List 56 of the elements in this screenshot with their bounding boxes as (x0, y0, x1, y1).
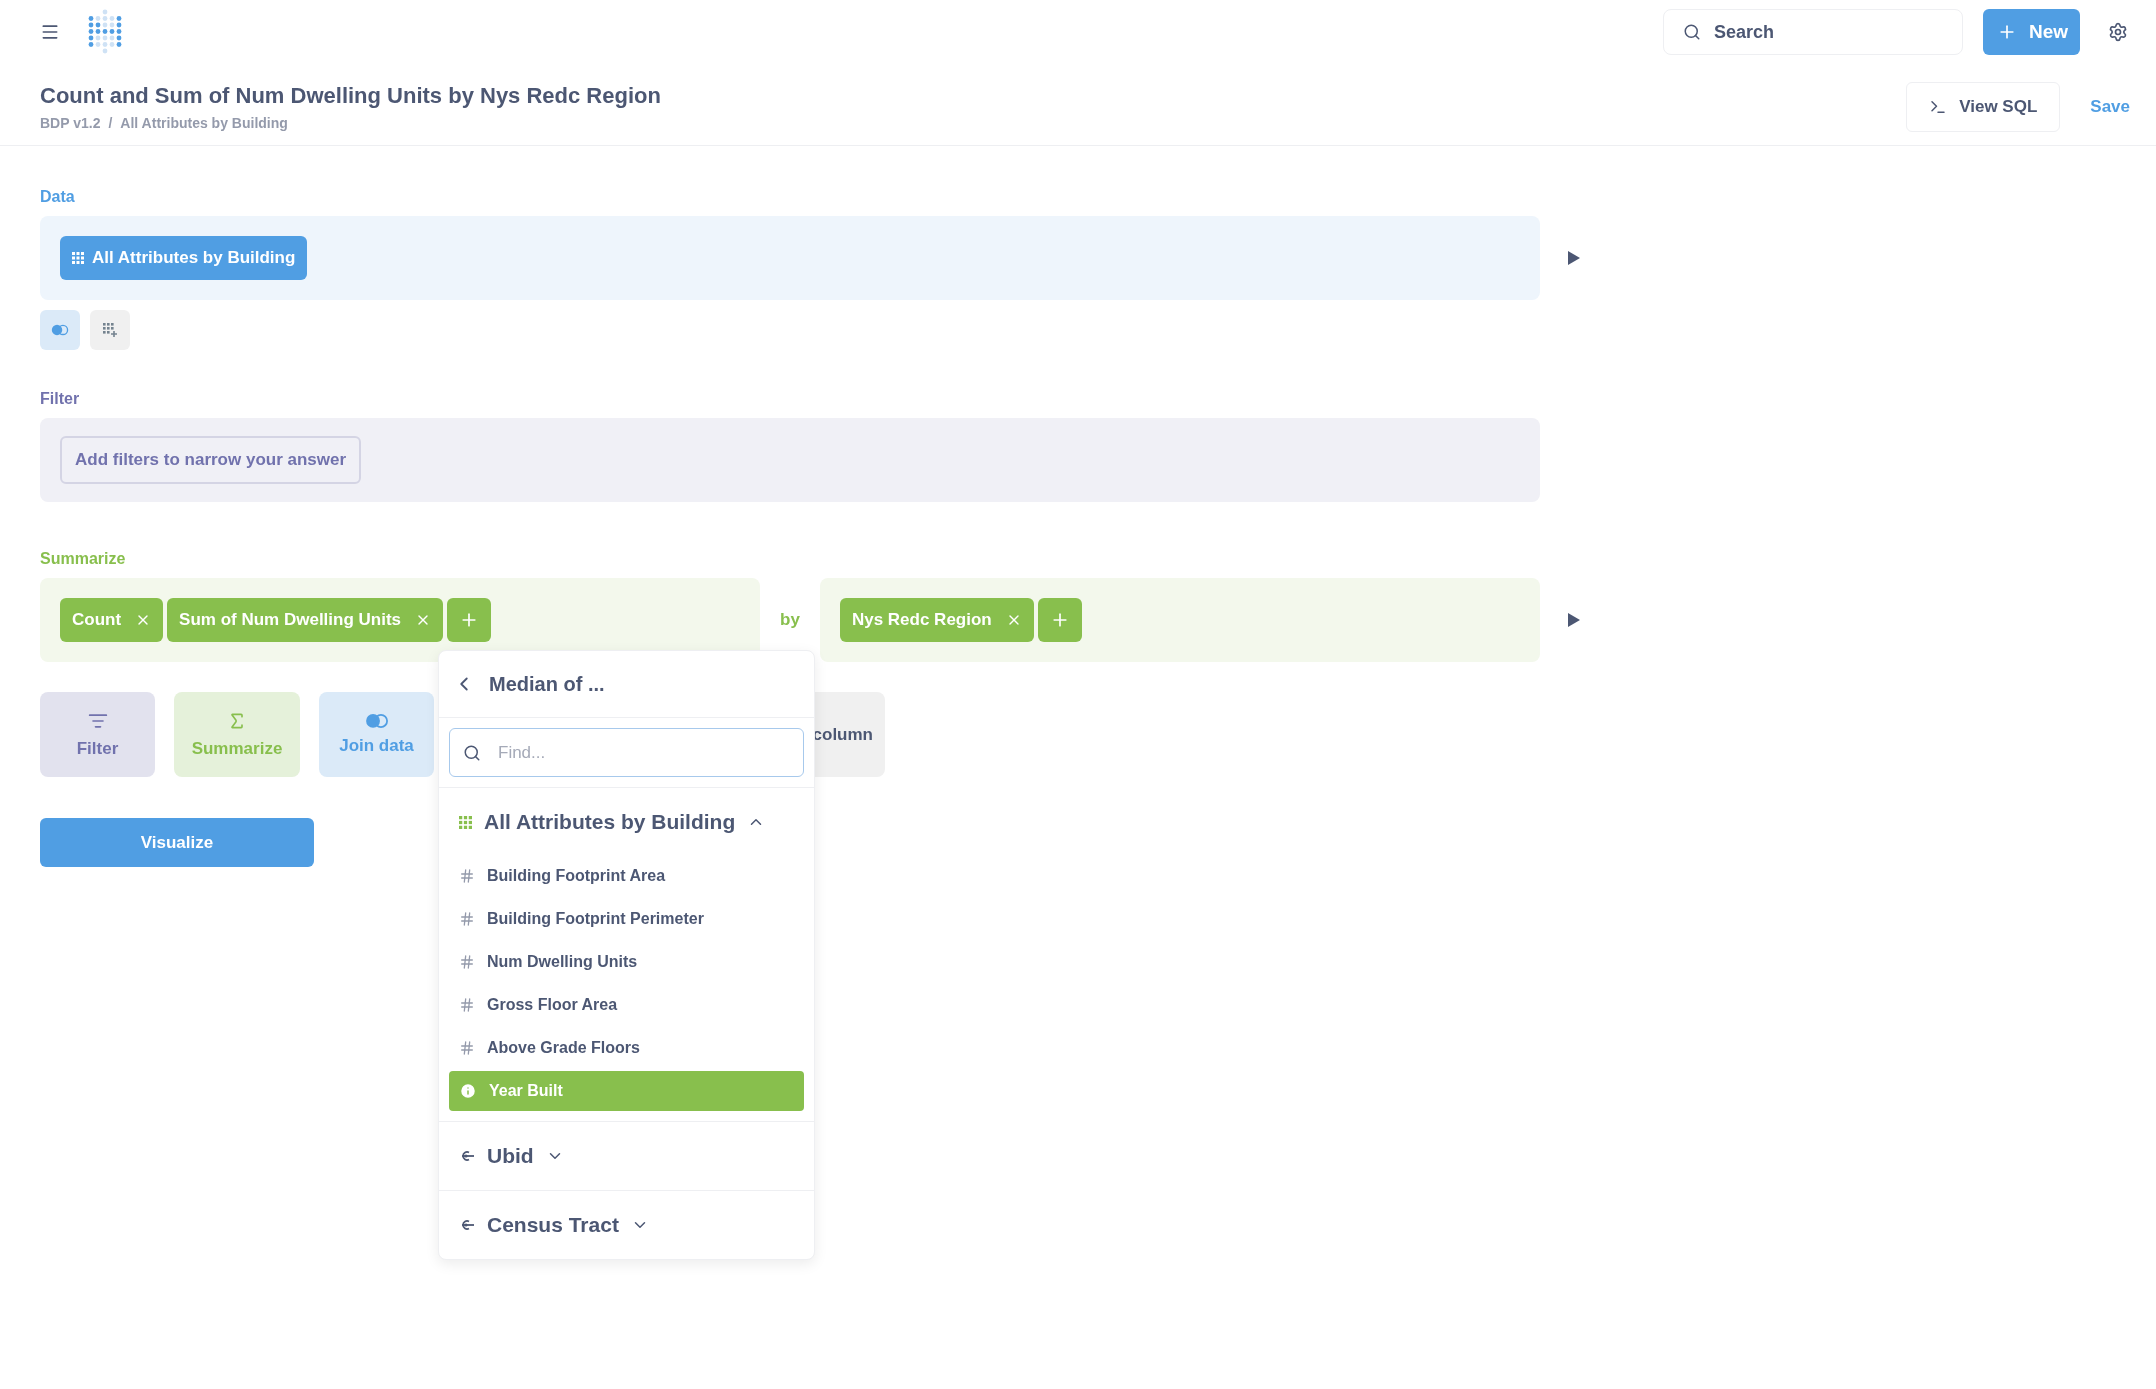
column-item[interactable]: Num Dwelling Units (449, 942, 804, 982)
grid-icon (459, 815, 472, 829)
table-section-header[interactable]: Census Tract (449, 1201, 659, 1249)
notebook-button[interactable] (90, 310, 130, 350)
hash-icon (459, 997, 475, 1013)
column-item[interactable]: Above Grade Floors (449, 1028, 804, 1068)
join-icon (364, 712, 389, 729)
hash-icon (459, 868, 475, 884)
save-button[interactable]: Save (2090, 96, 2130, 117)
link-icon (459, 1219, 475, 1231)
column-item[interactable]: Year Built (449, 1071, 804, 1111)
table-section-header[interactable]: All Attributes by Building (449, 798, 776, 846)
page-title: Count and Sum of Num Dwelling Units by Nys Redc Region (40, 82, 662, 109)
grid-plus-icon (103, 323, 117, 337)
play-icon[interactable] (1568, 251, 1580, 265)
hash-icon (459, 1040, 475, 1056)
breadcrumb-separator: / (108, 114, 113, 131)
table-section-header[interactable]: Ubid (449, 1132, 574, 1180)
action-button[interactable]: Filter (40, 692, 155, 777)
info-icon (459, 1082, 477, 1100)
search-field[interactable]: Search (1662, 9, 1963, 55)
by-label: by (780, 610, 800, 630)
join-toggle-button[interactable] (40, 310, 80, 350)
visualize-button[interactable]: Visualize (40, 818, 314, 867)
settings-icon[interactable] (2108, 22, 2128, 42)
metric-pill[interactable]: Count (60, 598, 164, 642)
grouping-pill[interactable]: Nys Redc Region (839, 598, 1034, 642)
search-icon (1682, 23, 1701, 41)
add-metric-button[interactable] (447, 598, 492, 642)
join-icon (51, 324, 69, 336)
breadcrumb-link[interactable]: All Attributes by Building (120, 114, 288, 131)
action-button[interactable]: Summarize (174, 692, 300, 777)
hash-icon (459, 954, 475, 970)
search-icon (463, 743, 481, 762)
breadcrumb-link[interactable]: BDP v1.2 (40, 114, 101, 131)
section-label: Data (40, 188, 76, 206)
column-item[interactable]: Gross Floor Area (449, 985, 804, 1025)
add-grouping-button[interactable] (1037, 598, 1082, 642)
data-source-button[interactable]: All Attributes by Building (60, 236, 308, 280)
column-item[interactable]: Building Footprint Area (449, 856, 804, 896)
hash-icon (459, 911, 475, 927)
play-icon[interactable] (1568, 613, 1580, 627)
metric-pill[interactable]: Sum of Num Dwelling Units (167, 598, 444, 642)
logo-icon[interactable] (88, 9, 122, 55)
menu-icon[interactable] (40, 22, 60, 42)
section-label: Filter (40, 390, 81, 408)
view-sql-button[interactable]: View SQL (1906, 81, 2061, 132)
section-label: Summarize (40, 550, 127, 568)
back-button[interactable]: Median of ... (439, 651, 814, 718)
grid-icon (72, 252, 84, 264)
link-icon (459, 1150, 475, 1162)
add-filter-button[interactable]: Add filters to narrow your answer (60, 436, 362, 484)
action-button[interactable]: Join data (319, 692, 434, 777)
find-field[interactable]: Find... (449, 728, 804, 777)
column-item[interactable]: Building Footprint Perimeter (449, 899, 804, 939)
new-button[interactable]: New (1982, 9, 2080, 55)
